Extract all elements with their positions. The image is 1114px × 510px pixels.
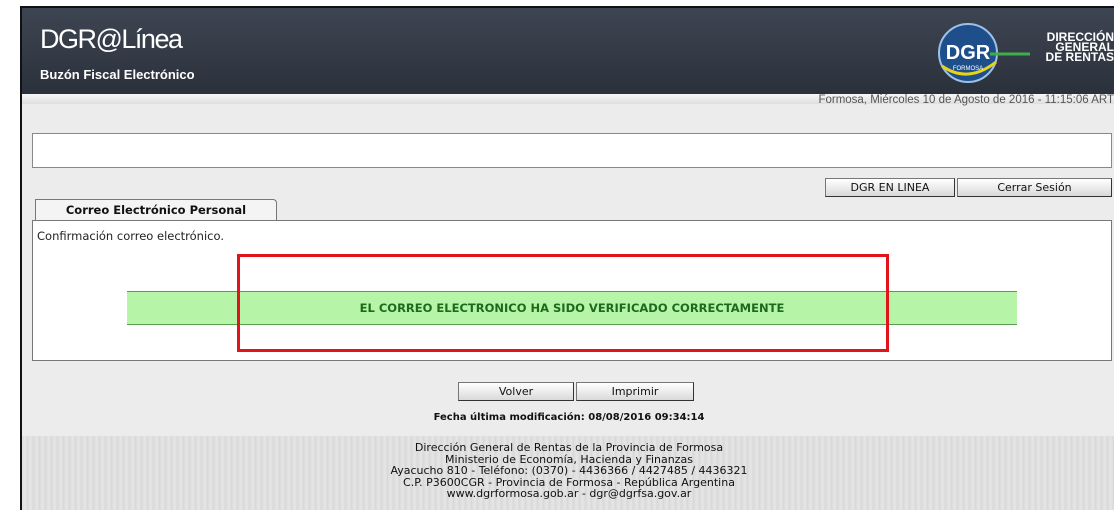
imprimir-button[interactable]: Imprimir xyxy=(576,382,694,401)
header: DGR@Línea Buzón Fiscal Electrónico DGR F… xyxy=(22,8,1114,94)
app-subtitle: Buzón Fiscal Electrónico xyxy=(40,67,195,82)
last-modified: Fecha última modificación: 08/08/2016 09… xyxy=(433,412,705,423)
app-title: DGR@Línea xyxy=(40,24,183,54)
logo-line-3: DE RENTAS xyxy=(1045,50,1114,64)
logo-text: DIRECCIÓN GENERAL DE RENTAS xyxy=(1030,31,1114,64)
footer-line-3: Ayacucho 810 - Teléfono: (0370) - 443636… xyxy=(390,464,748,477)
logo-sub: FORMOSA xyxy=(953,66,983,72)
content-label: Confirmación correo electrónico. xyxy=(37,229,224,243)
browser-page: DGR@Línea Buzón Fiscal Electrónico DGR F… xyxy=(20,6,1114,510)
footer-line-1: Dirección General de Rentas de la Provin… xyxy=(414,441,724,454)
datetime: Formosa, Miércoles 10 de Agosto de 2016 … xyxy=(818,94,1114,106)
dgr-en-linea-button[interactable]: DGR EN LINEA xyxy=(825,178,955,197)
footer-line-5: www.dgrformosa.gob.ar - dgr@dgrfsa.gov.a… xyxy=(446,487,692,500)
footer-text: Dirección General de Rentas de la Provin… xyxy=(22,442,1114,500)
volver-button[interactable]: Volver xyxy=(458,382,574,401)
message-box xyxy=(32,133,1112,168)
highlight-box xyxy=(237,254,889,352)
cerrar-sesion-button[interactable]: Cerrar Sesión xyxy=(957,178,1112,197)
logo-abbr: DGR xyxy=(946,42,991,64)
tab-correo-electronico-personal[interactable]: Correo Electrónico Personal xyxy=(35,199,277,220)
